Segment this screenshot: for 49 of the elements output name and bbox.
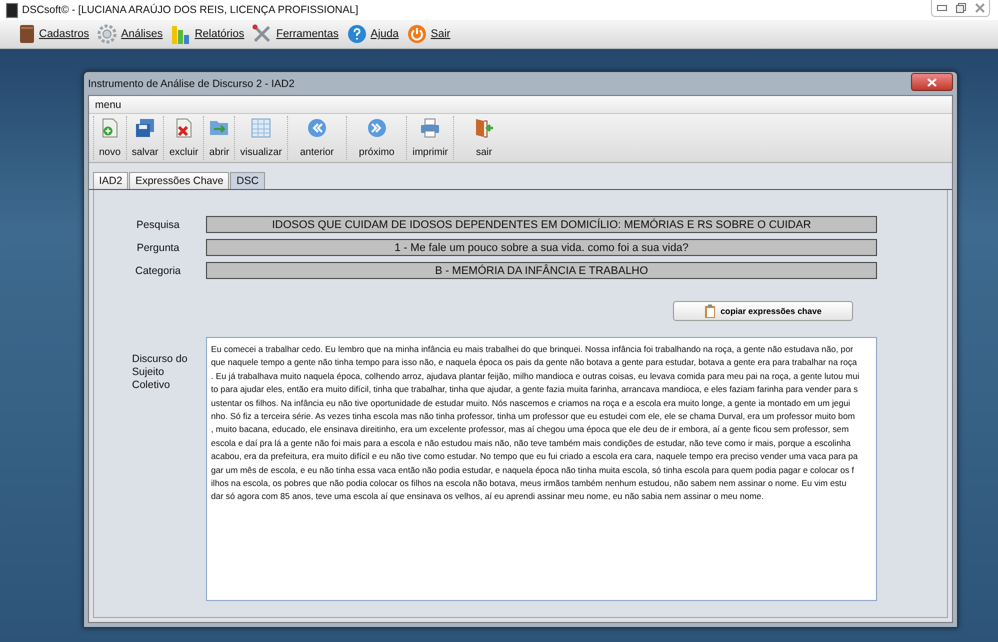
bar-chart-icon: [170, 24, 191, 44]
floppy-disk-icon: [135, 118, 156, 138]
menu-item[interactable]: menu: [95, 98, 122, 110]
delete-document-icon: [174, 118, 193, 138]
folder-icon: [209, 118, 230, 136]
power-icon: [406, 24, 427, 44]
toolbar-button[interactable]: novo: [93, 116, 126, 160]
tools-icon: [252, 24, 272, 44]
field-label: Sujeito: [132, 366, 166, 379]
toolbar-button[interactable]: anterior: [286, 116, 346, 160]
field-label: Discurso do: [132, 353, 188, 366]
field-label: Pesquisa: [135, 218, 181, 230]
toolbar-button[interactable]: abrir: [203, 116, 234, 160]
exit-door-icon: [474, 118, 494, 138]
new-document-icon: [100, 118, 119, 138]
gear-icon: [97, 24, 118, 44]
clipboard-icon: [704, 304, 716, 318]
toolbar-button[interactable]: sair: [453, 116, 514, 160]
toolbar-button[interactable]: salvar: [126, 116, 164, 160]
menu-item[interactable]: Sair: [406, 22, 452, 46]
menu-item[interactable]: Cadastros: [18, 22, 90, 46]
toolbar-button[interactable]: visualizar: [234, 116, 287, 160]
field-label: Categoria: [134, 264, 182, 276]
book-icon: [19, 24, 35, 44]
menu-item[interactable]: Análises: [96, 22, 164, 46]
readonly-field: 1 - Me fale um pouco sobre a sua vida. como foi a sua vida?: [206, 239, 877, 256]
help-icon: [346, 24, 367, 44]
menu-item[interactable]: Ferramentas: [251, 22, 340, 46]
field-label: Pergunta: [136, 242, 180, 254]
menu-item[interactable]: Ajuda: [346, 22, 400, 46]
readonly-field: B - MEMÓRIA DA INFÂNCIA E TRABALHO: [206, 262, 877, 279]
toolbar-button[interactable]: próximo: [346, 116, 406, 160]
tab[interactable]: IAD2: [93, 172, 128, 189]
printer-icon: [420, 118, 440, 138]
tab[interactable]: DSC: [230, 172, 265, 189]
close-button[interactable]: [911, 73, 953, 91]
toolbar-button[interactable]: excluir: [163, 116, 204, 160]
readonly-field: IDOSOS QUE CUIDAM DE IDOSOS DEPENDENTES EM DOMICÍLIO: MEMÓRIAS E RS SOBRE O CUIDAR: [206, 216, 877, 233]
copy-button[interactable]: copiar expressões chave: [673, 301, 853, 321]
app-title: DSCsoft© - [LUCIANA ARAÚJO DOS REIS, LICENÇA PROFISSIONAL]: [22, 4, 360, 16]
field-label: Coletivo: [132, 379, 171, 392]
tab[interactable]: Expressões Chave: [129, 172, 230, 189]
app-icon: [6, 2, 18, 18]
toolbar-button[interactable]: imprimir: [406, 116, 454, 160]
table-icon: [251, 118, 272, 138]
discourse-text-area[interactable]: Eu comecei a trabalhar cedo. Eu lembro que na minha infância eu mais trabalhei do que brinquei. Nossa infância foi trabalhando na roça, a gente não estudava não, por que naquele tempo a gente não tinha tempo para isso não, e naquela época os pais da gente não botava a gente para estudar, botava a gente era para trabalhar na roça . Eu já trabalhava muito naquela época, colhendo arroz, ajudava plantar feijão, milho mandioca e outras coisas, eu levava comida para meu pai na roça, a gente lutou mui to para ajudar eles, então era muito difícil, tinha que trabalhar, tinha que ajudar, a gente fazia muita farinha, arrancava mandioca, e eles faziam farinha para vender para s ustentar os filhos. Na infância eu não tive oportunidade de estudar muito. Nós nascemos e criamos na roça e a escola era muito longe, a gente ia montado em um jegui nho. Só fiz a terceira série. As vezes tinha escola mas não tinha professor, tinha um professor que eu estudei com ele, ele se chama Durval, era um professor muito bom , muito bacana, educado, ele ensinava direitinho, era um excelente professor, mas aí chegou uma época que ele deu de ir embora, aí a gente ficou sem professor, sem escola e daí pra lá a gente não foi mais para a escola e não estudou mais não, não teve também mais condições de estudar, não teve como ir mais, porque a escolinha acabou, era da prefeitura, era muito difícil e eu não tive como estudar. No tempo que eu fui criado a escola era cara, naquele tempo era preciso vender uma vaca para pa gar um mês de escola, e eu não tinha essa vaca então não podia estudar, e naquela época não tinha muita escola, só tinha escola para quem podia pagar e colocar os f ilhos na escola, os pobres que não podia colocar os filhos na escola não botava, meus irmãos também nenhum estudou, não sabem nem assinar o nome. Eu vim estu dar só agora com 85 anos, teve uma escola aí que ensinava os velhos, aí eu aprendi assinar meu nome, eu não sabia nem assinar o meu nome.: [206, 337, 877, 601]
close-icon: [927, 78, 937, 86]
menu-item[interactable]: Relatórios: [170, 22, 246, 46]
window-title: Instrumento de Análise de Discurso 2 - IAD2: [88, 78, 295, 90]
